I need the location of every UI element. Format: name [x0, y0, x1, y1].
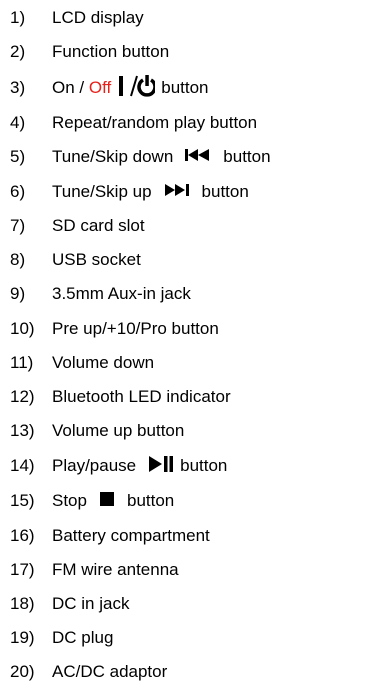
- item-number: 15): [10, 491, 35, 510]
- item-label: DC in jack: [52, 594, 130, 613]
- item-label: Volume down: [52, 353, 155, 372]
- item-label: SD card slot: [52, 216, 145, 235]
- item-label: Battery compartment: [52, 526, 210, 545]
- item-number: 10): [10, 319, 35, 338]
- item-number: 6): [10, 182, 26, 201]
- item-number: 17): [10, 560, 35, 579]
- item-label: Volume up button: [52, 421, 185, 440]
- skip-previous-icon: [185, 147, 211, 167]
- item-label: Function button: [52, 42, 170, 61]
- item-number: 2): [10, 42, 26, 61]
- item-label: USB socket: [52, 250, 141, 269]
- item-label-off: Off: [88, 78, 112, 97]
- item-label-post: button: [161, 78, 209, 97]
- item-label-post: button: [201, 182, 249, 201]
- item-number: 12): [10, 387, 35, 406]
- item-label: Repeat/random play button: [52, 113, 258, 132]
- item-label: Bluetooth LED indicator: [52, 387, 231, 406]
- item-label-pre: Play/pause: [52, 456, 137, 475]
- item-number: 11): [10, 353, 34, 372]
- item-label-post: button: [126, 491, 175, 510]
- item-number: 18): [10, 594, 35, 613]
- item-label: LCD display: [52, 8, 144, 27]
- item-number: 13): [10, 421, 35, 440]
- power-toggle-icon: [117, 74, 157, 103]
- item-label: FM wire antenna: [52, 560, 179, 579]
- item-number: 7): [10, 216, 26, 235]
- item-label-pre: Tune/Skip down: [52, 147, 174, 166]
- item-label-pre: On /: [52, 78, 89, 97]
- item-label: 3.5mm Aux-in jack: [52, 284, 191, 303]
- item-number: 4): [10, 113, 26, 132]
- item-label: DC plug: [52, 628, 114, 647]
- parts-list: 1) LCD display 2) Function button 3) On …: [0, 0, 369, 698]
- item-number: 14): [10, 456, 35, 475]
- item-number: 8): [10, 250, 26, 269]
- item-label: Pre up/+10/Pro button: [52, 319, 219, 338]
- skip-next-icon: [164, 182, 190, 202]
- item-number: 5): [10, 147, 26, 166]
- item-number: 19): [10, 628, 35, 647]
- item-number: 20): [10, 662, 35, 681]
- item-number: 3): [10, 78, 26, 97]
- item-label: AC/DC adaptor: [52, 662, 168, 681]
- stop-icon: [99, 491, 115, 512]
- item-label-pre: Tune/Skip up: [52, 182, 152, 201]
- item-label-post: button: [223, 147, 271, 166]
- item-number: 1): [10, 8, 26, 27]
- play-pause-icon: [148, 455, 174, 478]
- item-label-post: button: [180, 456, 228, 475]
- item-label-pre: Stop: [52, 491, 87, 510]
- item-number: 16): [10, 526, 35, 545]
- item-number: 9): [10, 284, 26, 303]
